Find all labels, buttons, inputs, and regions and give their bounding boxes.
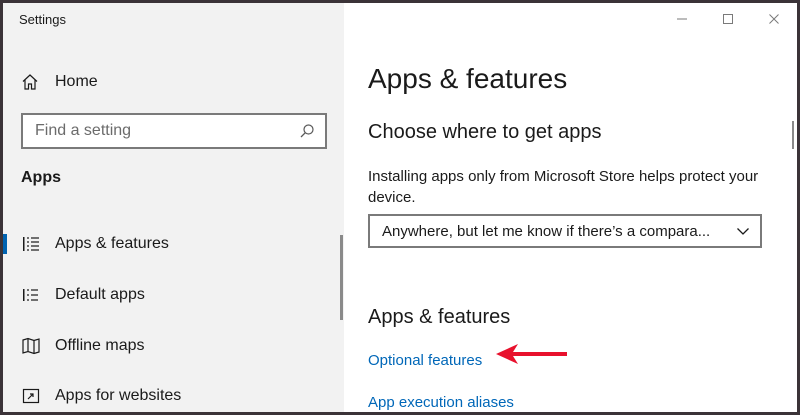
sidebar: Settings Home Find a setting Apps Apps &… xyxy=(3,3,344,412)
sidebar-item-label: Offline maps xyxy=(55,337,145,354)
home-icon xyxy=(20,72,40,92)
selection-indicator xyxy=(3,234,7,254)
choose-apps-heading: Choose where to get apps xyxy=(368,121,602,143)
annotation-arrow-icon xyxy=(496,344,567,364)
web-link-icon xyxy=(21,386,41,406)
maximize-icon xyxy=(723,14,733,24)
info-text: Installing apps only from Microsoft Stor… xyxy=(368,168,759,206)
apps-features-heading: Apps & features xyxy=(368,306,511,328)
home-nav-item[interactable]: Home xyxy=(20,67,320,97)
main-content: Apps & features Choose where to get apps… xyxy=(344,3,797,412)
sidebar-item-label: Apps for websites xyxy=(55,387,182,404)
page-title: Apps & features xyxy=(368,63,568,94)
content-scrollbar[interactable] xyxy=(792,121,794,149)
home-label: Home xyxy=(55,73,98,90)
settings-window: Settings Home Find a setting Apps Apps &… xyxy=(3,3,797,412)
sidebar-section-label: Apps xyxy=(21,169,61,186)
default-apps-icon xyxy=(21,285,41,305)
window-title: Settings xyxy=(19,12,66,27)
close-icon xyxy=(769,14,779,24)
chevron-down-icon xyxy=(736,224,750,238)
sidebar-item-apps-features[interactable]: Apps & features xyxy=(3,224,323,264)
maximize-button[interactable] xyxy=(705,3,751,35)
sidebar-item-default-apps[interactable]: Default apps xyxy=(3,275,323,315)
dropdown-value: Anywhere, but let me know if there’s a c… xyxy=(382,222,711,240)
search-placeholder: Find a setting xyxy=(35,122,132,139)
sidebar-item-offline-maps[interactable]: Offline maps xyxy=(3,326,323,366)
optional-features-link[interactable]: Optional features xyxy=(368,352,482,369)
minimize-icon xyxy=(677,18,687,20)
map-icon xyxy=(21,336,41,356)
sidebar-item-label: Apps & features xyxy=(55,235,169,252)
close-button[interactable] xyxy=(751,3,797,35)
app-execution-aliases-link[interactable]: App execution aliases xyxy=(368,394,514,411)
minimize-button[interactable] xyxy=(659,3,705,35)
window-controls xyxy=(659,3,797,35)
sidebar-item-label: Default apps xyxy=(55,286,145,303)
search-input[interactable]: Find a setting xyxy=(21,113,327,149)
search-icon[interactable] xyxy=(299,123,315,139)
app-source-dropdown[interactable]: Anywhere, but let me know if there’s a c… xyxy=(368,214,762,248)
sidebar-item-apps-for-websites[interactable]: Apps for websites xyxy=(3,376,323,412)
sidebar-scrollbar[interactable] xyxy=(340,235,343,320)
list-icon xyxy=(21,234,41,254)
